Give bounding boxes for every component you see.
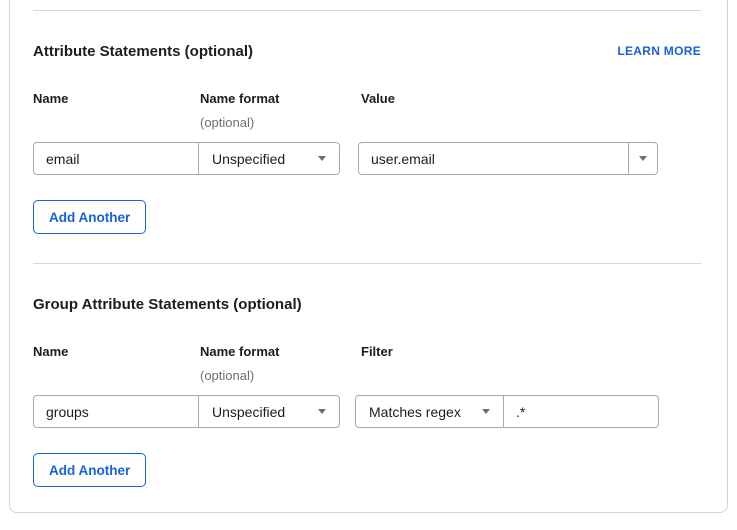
filter-operator-select[interactable]: Matches regex [355,395,504,428]
add-another-button[interactable]: Add Another [33,200,146,234]
column-label-name: Name [33,344,200,360]
group-attribute-row: Unspecified Matches regex [33,395,701,428]
group-name-format-selected-value: Unspecified [212,404,285,420]
attribute-row: Unspecified [33,142,701,175]
section-title: Attribute Statements (optional) [33,42,253,61]
column-label-value: Value [361,91,395,107]
filter-operator-selected-value: Matches regex [369,404,461,420]
column-label-name-format: Name format [200,344,361,360]
add-another-button[interactable]: Add Another [33,453,146,487]
attribute-statements-section: Attribute Statements (optional) LEARN MO… [33,42,701,234]
column-label-name: Name [33,91,200,107]
learn-more-link[interactable]: LEARN MORE [617,44,701,58]
value-dropdown-button[interactable] [628,142,658,175]
chevron-down-icon [318,156,326,161]
name-format-select[interactable]: Unspecified [198,142,340,175]
group-attribute-name-input[interactable] [33,395,199,428]
section-divider [33,10,701,11]
group-name-format-select[interactable]: Unspecified [198,395,340,428]
column-label-filter: Filter [361,344,393,360]
optional-note: (optional) [200,115,361,131]
settings-card: Attribute Statements (optional) LEARN MO… [9,0,728,513]
section-divider [33,263,701,264]
attribute-name-input[interactable] [33,142,199,175]
filter-value-input[interactable] [503,395,659,428]
section-title: Group Attribute Statements (optional) [33,295,302,314]
group-attribute-statements-section: Group Attribute Statements (optional) Na… [33,295,701,487]
chevron-down-icon [318,409,326,414]
optional-note: (optional) [200,368,361,384]
chevron-down-icon [482,409,490,414]
attribute-value-input[interactable] [358,142,629,175]
name-format-selected-value: Unspecified [212,151,285,167]
saml-settings-page: Attribute Statements (optional) LEARN MO… [0,0,737,530]
column-label-name-format: Name format [200,91,361,107]
chevron-down-icon [639,156,647,161]
